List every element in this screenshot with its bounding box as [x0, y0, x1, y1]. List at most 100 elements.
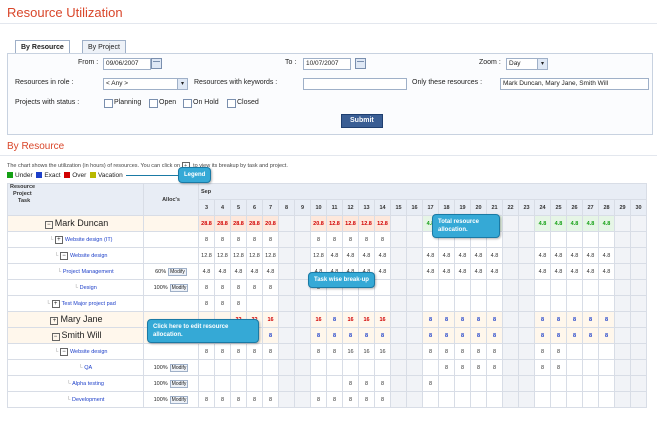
day-cell — [454, 391, 471, 408]
modify-button[interactable]: Modify — [169, 363, 189, 372]
day-cell — [534, 231, 551, 248]
task-link[interactable]: Project Management — [63, 269, 114, 275]
tab-by-resource[interactable]: By Resource — [15, 40, 70, 54]
day-cell — [406, 215, 423, 232]
grid-header-day: 11 — [326, 199, 343, 216]
task-link[interactable]: Design — [80, 285, 97, 291]
zoom-select[interactable]: Day ▾ — [506, 58, 548, 70]
day-cell: 8 — [454, 359, 471, 376]
row-name-cell: └ Project Management — [7, 263, 144, 280]
over-swatch-icon — [64, 172, 71, 178]
project-link[interactable]: Website design — [70, 253, 108, 259]
day-cell — [470, 295, 487, 312]
modify-button[interactable]: Modify — [169, 379, 189, 388]
alloc-cell: 100% Modify — [143, 359, 199, 376]
day-cell — [518, 327, 535, 344]
day-cell — [470, 375, 487, 392]
expand-icon[interactable]: + — [50, 317, 59, 325]
day-cell — [630, 327, 647, 344]
day-cell: 8 — [326, 311, 343, 328]
day-cell — [502, 327, 519, 344]
collapse-icon[interactable]: − — [51, 333, 60, 341]
day-cell: 8 — [198, 279, 215, 296]
to-calendar-icon[interactable] — [355, 58, 366, 69]
day-cell: 8 — [454, 327, 471, 344]
expand-icon[interactable]: + — [54, 235, 63, 244]
day-cell — [598, 391, 615, 408]
day-cell — [406, 391, 423, 408]
day-cell — [454, 295, 471, 312]
chevron-down-icon: ▾ — [537, 59, 547, 69]
day-cell — [390, 359, 407, 376]
from-calendar-icon[interactable] — [151, 58, 162, 69]
day-cell: 8 — [534, 311, 551, 328]
day-cell — [630, 359, 647, 376]
submit-button[interactable]: Submit — [341, 114, 383, 128]
modify-button[interactable]: Modify — [169, 283, 189, 292]
collapse-icon[interactable]: − — [44, 221, 53, 229]
legend-callout: Legend — [178, 167, 212, 183]
day-cell — [310, 375, 327, 392]
day-cell — [390, 263, 407, 280]
grid-header-day: 29 — [614, 199, 631, 216]
day-cell: 4.8 — [534, 263, 551, 280]
to-date-input[interactable]: 10/07/2007 — [303, 58, 351, 70]
day-cell: 4.8 — [550, 263, 567, 280]
day-cell: 8 — [246, 231, 263, 248]
day-cell: 8 — [214, 279, 231, 296]
day-cell — [294, 327, 311, 344]
day-cell: 8 — [358, 327, 375, 344]
task-link[interactable]: QA — [84, 365, 92, 371]
modify-button[interactable]: Modify — [169, 395, 189, 404]
day-cell: 28.8 — [198, 215, 215, 232]
day-cell — [630, 311, 647, 328]
day-cell: 4.8 — [566, 263, 583, 280]
status-open-checkbox[interactable] — [149, 99, 158, 108]
day-cell — [630, 263, 647, 280]
day-cell: 8 — [262, 391, 279, 408]
day-cell — [550, 391, 567, 408]
day-cell: 8 — [358, 391, 375, 408]
keywords-input[interactable] — [303, 78, 407, 90]
day-cell: 8 — [342, 391, 359, 408]
day-cell: 4.8 — [198, 263, 215, 280]
table-row: └ + Website design (IT) 8 8 8 8 8 8 8 8 8 8 — [7, 231, 647, 248]
collapse-icon[interactable]: − — [59, 251, 68, 260]
status-closed-checkbox[interactable] — [227, 99, 236, 108]
day-cell: 8 — [454, 311, 471, 328]
tab-by-project[interactable]: By Project — [82, 40, 126, 54]
project-link[interactable]: Website design (IT) — [65, 237, 113, 243]
day-cell: 8 — [326, 231, 343, 248]
day-cell — [390, 311, 407, 328]
status-label: Projects with status : — [15, 99, 80, 106]
status-onhold-checkbox[interactable] — [183, 99, 192, 108]
day-cell — [630, 215, 647, 232]
day-cell: 8 — [438, 343, 455, 360]
table-row: +Mary Jane3232161681616168888888888 — [7, 311, 647, 328]
grid-header-day: 9 — [294, 199, 311, 216]
task-link[interactable]: Alpha testing — [72, 381, 104, 387]
day-cell — [406, 295, 423, 312]
day-cell — [214, 375, 231, 392]
grid-header-day: 10 — [310, 199, 327, 216]
day-cell: 8 — [198, 295, 215, 312]
day-cell — [342, 359, 359, 376]
modify-button[interactable]: Modify — [168, 267, 187, 276]
from-date-input[interactable]: 09/06/2007 — [103, 58, 151, 70]
collapse-icon[interactable]: − — [59, 347, 68, 356]
day-cell — [518, 295, 535, 312]
project-link[interactable]: Test Major project pad — [62, 301, 116, 307]
day-cell: 8 — [198, 231, 215, 248]
status-planning-checkbox[interactable] — [104, 99, 113, 108]
day-cell — [582, 375, 599, 392]
day-cell: 8 — [470, 311, 487, 328]
day-cell: 4.8 — [598, 247, 615, 264]
row-name-cell: └ + Test Major project pad — [7, 295, 144, 312]
only-resources-input[interactable]: Mark Duncan, Mary Jane, Smith Will — [500, 78, 649, 90]
expand-icon[interactable]: + — [51, 299, 60, 308]
day-cell: 4.8 — [246, 263, 263, 280]
task-link[interactable]: Development — [72, 397, 104, 403]
project-link[interactable]: Website design — [70, 349, 108, 355]
role-select[interactable]: < Any > ▾ — [103, 78, 188, 90]
alloc-value: 100% — [153, 396, 168, 403]
